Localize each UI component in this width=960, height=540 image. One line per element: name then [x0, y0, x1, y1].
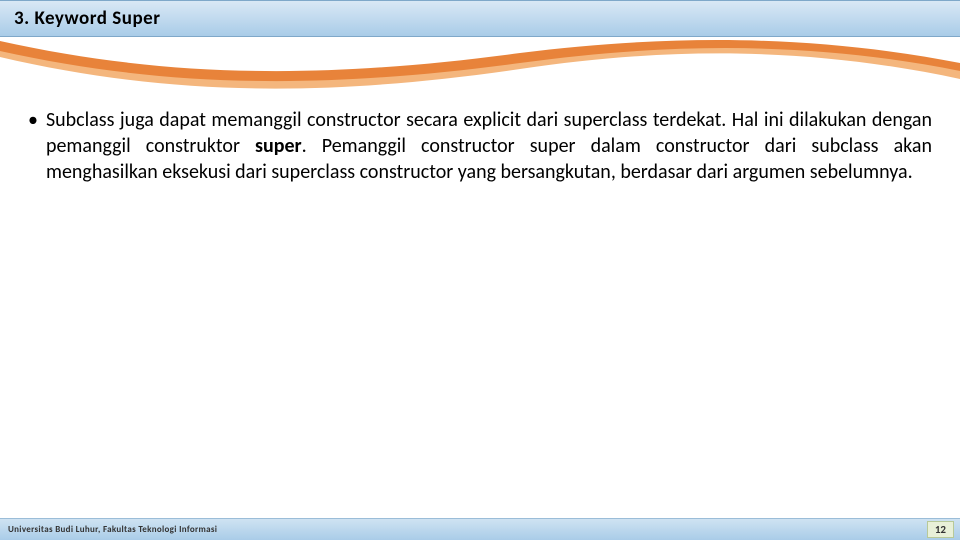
slide-header: 3. Keyword Super	[0, 0, 960, 37]
slide-title: 3. Keyword Super	[14, 7, 946, 30]
page-number: 12	[927, 521, 954, 538]
bullet-text: Subclass juga dapat memanggil constructo…	[46, 107, 932, 185]
wave-decoration	[0, 37, 960, 97]
bullet-item: • Subclass juga dapat memanggil construc…	[28, 107, 932, 185]
slide-body: • Subclass juga dapat memanggil construc…	[0, 97, 960, 185]
text-bold: super	[255, 134, 302, 158]
slide-footer: Universitas Budi Luhur, Fakultas Teknolo…	[0, 518, 960, 540]
footer-org: Universitas Budi Luhur, Fakultas Teknolo…	[8, 524, 217, 535]
bullet-dot: •	[28, 107, 38, 185]
